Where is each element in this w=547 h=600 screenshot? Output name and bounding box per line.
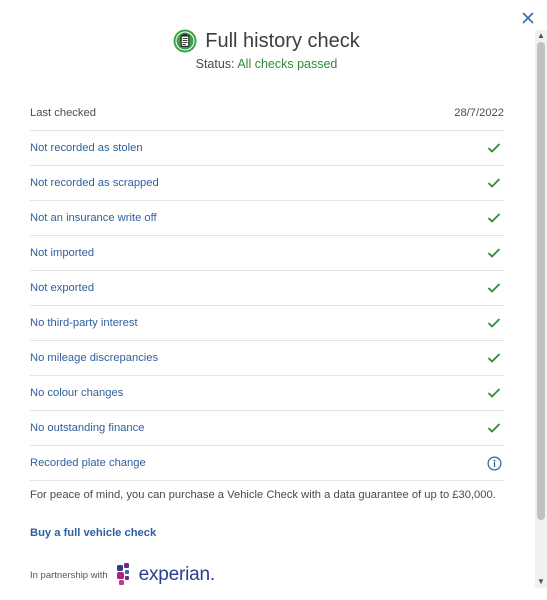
check-icon (487, 248, 501, 258)
clipboard-icon (173, 29, 197, 53)
check-icon (487, 388, 501, 398)
scroll-thumb[interactable] (537, 42, 545, 520)
last-checked-date: 28/7/2022 (454, 107, 504, 119)
check-icon (487, 213, 501, 223)
check-label: No third-party interest (30, 317, 138, 329)
check-label: Recorded plate change (30, 457, 146, 469)
vehicle-check-modal: Full history check Status: All checks pa… (0, 0, 547, 600)
info-icon[interactable] (487, 456, 502, 471)
status-line: Status: All checks passed (0, 57, 533, 71)
check-label: Not recorded as stolen (30, 142, 143, 154)
guarantee-note: For peace of mind, you can purchase a Ve… (30, 489, 496, 501)
check-list: Last checked 28/7/2022 Not recorded as s… (30, 96, 504, 481)
check-label: Not recorded as scrapped (30, 177, 159, 189)
check-row-write-off[interactable]: Not an insurance write off (30, 201, 504, 236)
status-value: All checks passed (237, 57, 338, 71)
check-icon (487, 178, 501, 188)
check-label: Not an insurance write off (30, 212, 157, 224)
check-row-stolen[interactable]: Not recorded as stolen (30, 131, 504, 166)
check-icon (487, 143, 501, 153)
close-icon[interactable] (519, 9, 537, 27)
scroll-up-arrow-icon[interactable]: ▲ (537, 32, 545, 40)
check-row-scrapped[interactable]: Not recorded as scrapped (30, 166, 504, 201)
check-row-third-party[interactable]: No third-party interest (30, 306, 504, 341)
check-icon (487, 318, 501, 328)
partner-label: In partnership with (30, 569, 108, 581)
check-label: No colour changes (30, 387, 124, 399)
check-label: No mileage discrepancies (30, 352, 159, 364)
check-label: Not imported (30, 247, 95, 259)
experian-logo: experian. (116, 563, 215, 587)
last-checked-label: Last checked (30, 107, 96, 119)
last-checked-row: Last checked 28/7/2022 (30, 96, 504, 131)
page-title: Full history check (205, 29, 360, 52)
modal-header: Full history check Status: All checks pa… (0, 28, 533, 71)
check-row-colour[interactable]: No colour changes (30, 376, 504, 411)
scrollbar[interactable]: ▲ ▼ (535, 30, 547, 588)
check-label: Not exported (30, 282, 95, 294)
title-row: Full history check (0, 28, 533, 54)
buy-vehicle-check-link[interactable]: Buy a full vehicle check (30, 527, 156, 539)
check-icon (487, 283, 501, 293)
check-label: No outstanding finance (30, 422, 145, 434)
partner-section: In partnership with experian. (30, 563, 215, 587)
check-row-imported[interactable]: Not imported (30, 236, 504, 271)
experian-mark-icon (116, 563, 129, 585)
scroll-down-arrow-icon[interactable]: ▼ (537, 578, 545, 586)
experian-wordmark: experian. (138, 564, 216, 585)
check-row-finance[interactable]: No outstanding finance (30, 411, 504, 446)
check-row-plate-change[interactable]: Recorded plate change (30, 446, 504, 481)
check-icon (487, 353, 501, 363)
check-row-exported[interactable]: Not exported (30, 271, 504, 306)
check-icon (487, 423, 501, 433)
check-row-mileage[interactable]: No mileage discrepancies (30, 341, 504, 376)
status-label: Status: (195, 57, 235, 71)
